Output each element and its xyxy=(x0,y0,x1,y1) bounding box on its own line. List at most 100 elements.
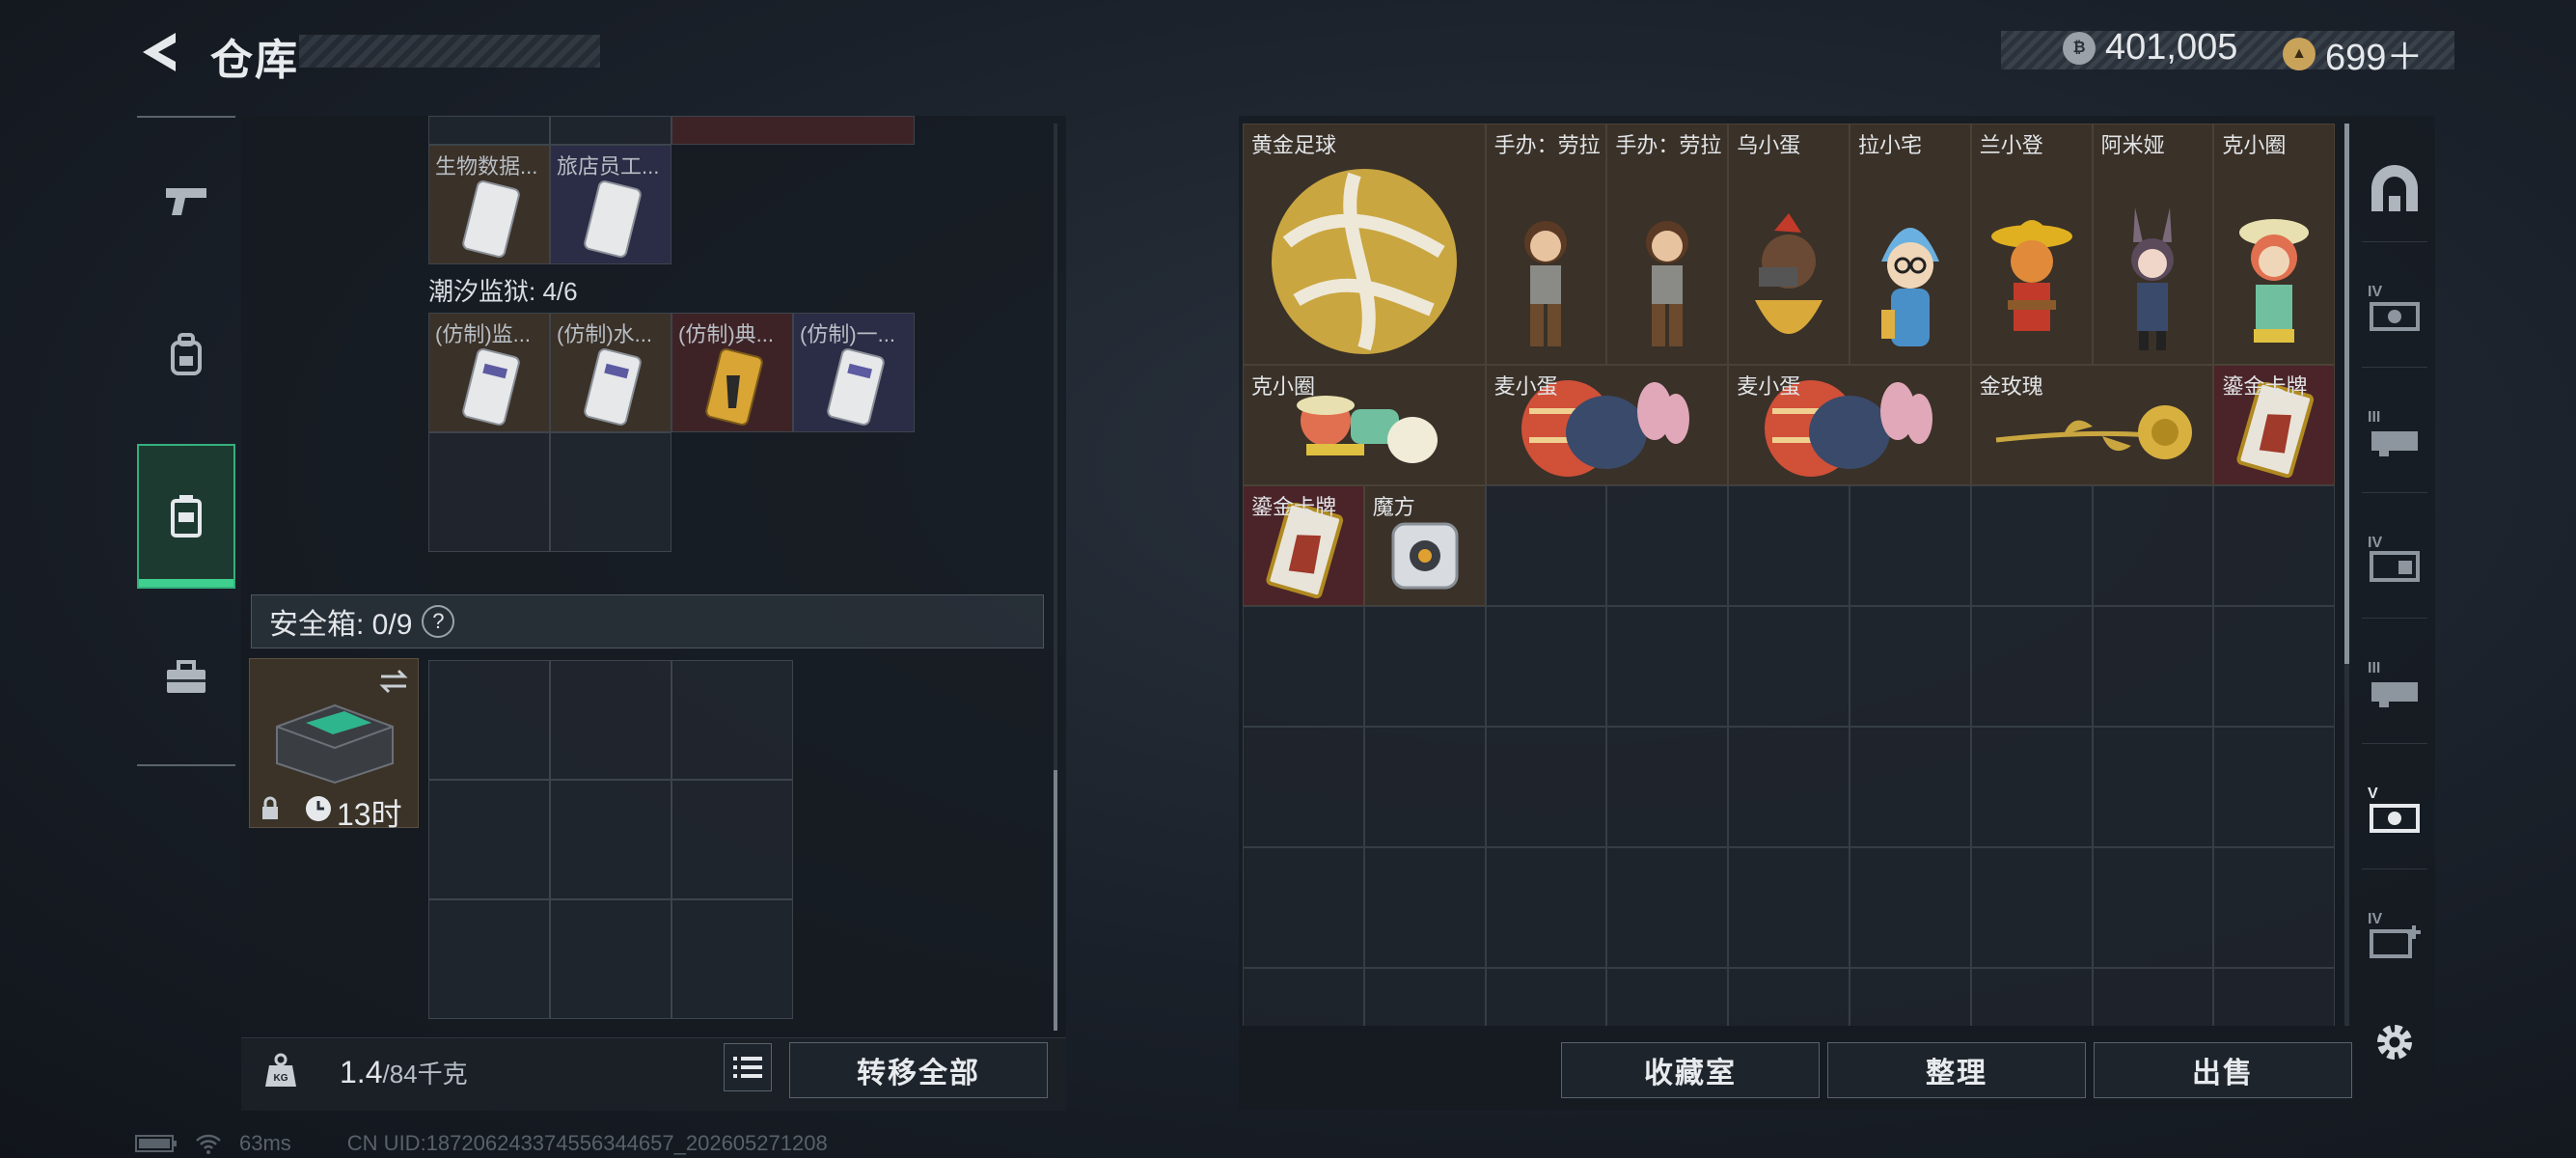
nav-storage-add[interactable]: IV xyxy=(2362,888,2427,994)
storage-item-figure-lying[interactable]: 克小圈 xyxy=(1243,365,1486,485)
storage-slot[interactable] xyxy=(1970,968,2093,1026)
storage-item-figure-egg[interactable]: 乌小蛋 xyxy=(1728,124,1850,365)
storage-slot[interactable] xyxy=(2213,968,2336,1026)
sort-button[interactable]: 整理 xyxy=(1827,1042,2086,1098)
storage-slot[interactable] xyxy=(1243,847,1364,968)
storage-slot[interactable] xyxy=(2213,485,2336,606)
storage-item-figure-lara[interactable]: 手办：劳拉 xyxy=(1485,124,1607,365)
nav-storage-upgrade[interactable]: IV xyxy=(2362,261,2427,368)
storage-slot[interactable] xyxy=(1728,727,1850,847)
safebox-slot[interactable] xyxy=(428,780,550,899)
scrollbar-thumb[interactable] xyxy=(2344,124,2349,664)
storage-slot[interactable] xyxy=(1606,606,1729,727)
storage-slot[interactable] xyxy=(1363,968,1486,1026)
nav-backpack[interactable] xyxy=(137,282,235,427)
inventory-slot[interactable] xyxy=(428,432,550,552)
nav-arch[interactable] xyxy=(2362,135,2427,242)
storage-slot[interactable] xyxy=(1728,968,1850,1026)
storage-slot[interactable] xyxy=(2092,485,2214,606)
safebox-slot[interactable] xyxy=(550,780,671,899)
storage-slot[interactable] xyxy=(1850,606,1971,727)
storage-slot[interactable] xyxy=(1243,968,1364,1026)
keycard-item[interactable]: (仿制)典... xyxy=(671,313,793,432)
storage-slot[interactable] xyxy=(2213,606,2336,727)
storage-slot[interactable] xyxy=(2092,606,2214,727)
storage-item-figure-sombrero[interactable]: 兰小登 xyxy=(1970,124,2093,365)
list-view-button[interactable] xyxy=(724,1043,772,1091)
safebox-slot[interactable] xyxy=(550,660,671,780)
storage-slot[interactable] xyxy=(1728,606,1850,727)
storage-item-card[interactable]: 鎏金卡牌 xyxy=(2213,365,2336,485)
storage-slot[interactable] xyxy=(1970,727,2093,847)
left-scrollbar[interactable] xyxy=(1054,124,1057,1031)
storage-slot[interactable] xyxy=(1606,847,1729,968)
keycard-item[interactable]: (仿制)水... xyxy=(550,313,671,432)
storage-slot[interactable] xyxy=(1606,727,1729,847)
storage-slot[interactable] xyxy=(2092,727,2214,847)
storage-scrollbar[interactable] xyxy=(2344,124,2349,1026)
storage-slot[interactable] xyxy=(1728,485,1850,606)
inventory-slot[interactable] xyxy=(428,116,550,145)
keycard-item[interactable]: (仿制)一... xyxy=(793,313,915,432)
safebox-slot[interactable] xyxy=(550,899,671,1019)
nav-storage-upgrade[interactable]: IV xyxy=(2362,511,2427,619)
inventory-slot[interactable] xyxy=(550,432,671,552)
storage-slot[interactable] xyxy=(2213,847,2336,968)
storage-item-ball[interactable]: 黄金足球 xyxy=(1243,124,1486,365)
storage-slot[interactable] xyxy=(1243,727,1364,847)
nav-chest-rig[interactable] xyxy=(137,444,235,589)
safebox-slot[interactable] xyxy=(671,899,793,1019)
storage-slot[interactable] xyxy=(1485,485,1607,606)
safebox-slot[interactable] xyxy=(671,660,793,780)
storage-item-cube[interactable]: 魔方 xyxy=(1363,485,1486,606)
storage-slot[interactable] xyxy=(1606,968,1729,1026)
storage-slot[interactable] xyxy=(1606,485,1729,606)
nav-storage-upgrade[interactable]: III xyxy=(2362,386,2427,493)
nav-storage-upgrade-active[interactable]: V xyxy=(2362,762,2427,869)
help-button[interactable]: ? xyxy=(422,605,455,638)
keycard-item[interactable]: (仿制)监... xyxy=(428,313,550,432)
keycard-item[interactable]: 旅店员工... xyxy=(550,145,671,264)
storage-slot[interactable] xyxy=(1728,847,1850,968)
storage-slot[interactable] xyxy=(1363,606,1486,727)
sell-button[interactable]: 出售 xyxy=(2094,1042,2352,1098)
scrollbar-thumb[interactable] xyxy=(1054,770,1057,1031)
inventory-slot[interactable] xyxy=(550,116,671,145)
collection-room-button[interactable]: 收藏室 xyxy=(1561,1042,1820,1098)
storage-item-egg-bunny[interactable]: 麦小蛋 xyxy=(1728,365,1971,485)
inventory-item-partial[interactable] xyxy=(671,116,915,145)
settings-button[interactable] xyxy=(2362,999,2427,1086)
storage-item-figure-bunny[interactable]: 阿米娅 xyxy=(2092,124,2214,365)
nav-storage-upgrade[interactable]: III xyxy=(2362,637,2427,744)
transfer-all-button[interactable]: 转移全部 xyxy=(789,1042,1048,1098)
storage-item-figure-green[interactable]: 克小圈 xyxy=(2213,124,2336,365)
storage-item-figure-blue[interactable]: 拉小宅 xyxy=(1850,124,1971,365)
storage-slot[interactable] xyxy=(1243,606,1364,727)
storage-slot[interactable] xyxy=(1970,606,2093,727)
swap-icon[interactable] xyxy=(377,667,410,696)
storage-slot[interactable] xyxy=(1850,847,1971,968)
keycard-item[interactable]: 生物数据... xyxy=(428,145,550,264)
safebox-slot[interactable] xyxy=(671,780,793,899)
storage-item-egg-bunny[interactable]: 麦小蛋 xyxy=(1485,365,1729,485)
storage-slot[interactable] xyxy=(1485,606,1607,727)
storage-slot[interactable] xyxy=(1850,968,1971,1026)
nav-toolbox[interactable] xyxy=(137,605,235,750)
storage-slot[interactable] xyxy=(1485,847,1607,968)
storage-slot[interactable] xyxy=(2092,968,2214,1026)
storage-item-card[interactable]: 鎏金卡牌 xyxy=(1243,485,1364,606)
storage-slot[interactable] xyxy=(1970,847,2093,968)
nav-weapon[interactable] xyxy=(137,127,235,272)
storage-item-rose[interactable]: 金玫瑰 xyxy=(1970,365,2214,485)
storage-slot[interactable] xyxy=(1363,847,1486,968)
storage-slot[interactable] xyxy=(1363,727,1486,847)
storage-slot[interactable] xyxy=(1970,485,2093,606)
safebox-slot[interactable] xyxy=(428,660,550,780)
safebox-item[interactable]: 13时 xyxy=(249,658,419,832)
storage-slot[interactable] xyxy=(1485,968,1607,1026)
storage-slot[interactable] xyxy=(1850,485,1971,606)
safebox-slot[interactable] xyxy=(428,899,550,1019)
back-button[interactable] xyxy=(135,27,181,77)
storage-slot[interactable] xyxy=(1485,727,1607,847)
storage-slot[interactable] xyxy=(1850,727,1971,847)
